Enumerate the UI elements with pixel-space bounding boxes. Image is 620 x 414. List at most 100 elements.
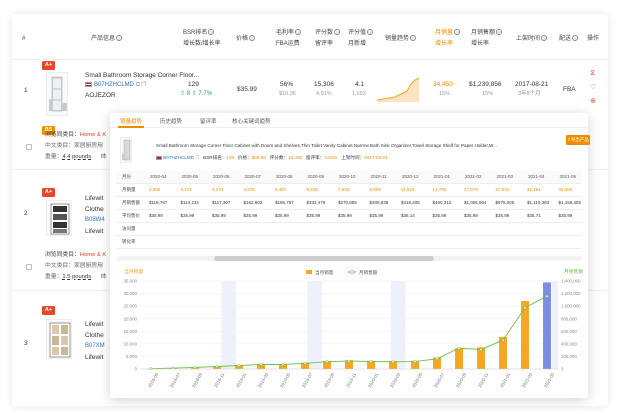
link-icon[interactable]: ⧉	[136, 82, 140, 88]
header-actions: 操作	[587, 36, 600, 42]
revenue-point	[259, 363, 263, 366]
tab-keyword-trend[interactable]: 核心关键词趋势	[232, 117, 271, 125]
popup-product-title[interactable]: Small Bathroom Storage Corner Floor Cabi…	[156, 143, 552, 149]
row-checkbox[interactable]	[26, 264, 32, 270]
table-cell: $35.99	[495, 213, 510, 218]
product-image[interactable]	[46, 200, 72, 236]
product-image[interactable]	[46, 72, 68, 116]
copy-icon[interactable]: ❐	[195, 155, 199, 160]
table-cell: $35.71	[527, 213, 541, 218]
x-tick-label: 2020-11	[477, 372, 490, 389]
table-cell: $460,312	[432, 200, 452, 205]
y-right-axis-title: 月销售额	[564, 268, 583, 275]
revenue-point	[303, 361, 307, 365]
help-icon[interactable]: ?	[410, 35, 417, 42]
product-asin[interactable]: B07HZHCLMD ⧉ ❐	[85, 81, 146, 90]
table-cell: $35.99	[558, 213, 573, 218]
help-icon[interactable]: ?	[572, 35, 579, 42]
row-checkbox[interactable]	[26, 144, 32, 150]
copy-icon[interactable]: ❐	[142, 82, 147, 88]
product-title[interactable]: Lifewit	[85, 194, 103, 203]
header-monthly-sales[interactable]: 月销量?	[435, 29, 461, 38]
revenue-point	[545, 294, 549, 298]
table-cell: $35.99	[243, 213, 258, 218]
sales-sparkline[interactable]	[377, 74, 419, 102]
table-cell: $35.99	[306, 213, 321, 218]
product-title[interactable]: Small Bathroom Storage Corner Floor...	[85, 71, 199, 80]
x-tick-label: 2018-05	[147, 372, 160, 389]
row-index: 3	[24, 340, 28, 347]
help-icon[interactable]: ?	[367, 29, 374, 36]
month-header: 2021-02	[465, 174, 482, 179]
table-scrollbar[interactable]	[116, 256, 582, 261]
bsr-value: 129	[188, 81, 199, 88]
header-revenue-growth: 增长率	[471, 41, 490, 47]
product-title-line2[interactable]: Clothe	[85, 205, 104, 214]
table-cell: $1,158,455	[558, 200, 582, 205]
table-cell: $975,005	[495, 200, 515, 205]
monthly-new-value: 1,693	[352, 91, 366, 97]
header-launch[interactable]: 上架时间?	[516, 35, 548, 44]
help-icon[interactable]: ?	[295, 29, 302, 36]
heart-icon[interactable]: ♡	[590, 83, 596, 92]
revenue-point	[347, 359, 351, 363]
rating-value: 4.1	[355, 81, 365, 88]
product-asin[interactable]: B07XM	[85, 342, 105, 351]
help-icon[interactable]: ?	[541, 35, 548, 42]
product-brand[interactable]: AOJEZOR	[85, 91, 116, 100]
table-cell: $309,838	[369, 200, 389, 205]
month-header: 2021-04	[528, 174, 545, 179]
row-index: 2	[24, 210, 28, 217]
x-tick-label: 2019-01	[235, 372, 248, 389]
table-cell: $36.14	[401, 213, 415, 218]
product-title[interactable]: Lifewit	[85, 320, 103, 329]
y-right-tick-label: 800,000	[561, 316, 577, 321]
header-bsr[interactable]: BSR排名?	[183, 29, 215, 38]
table-header: # 产品信息? BSR排名? 增长数/增长率 价格? 毛利率? FBA运费 评分…	[12, 14, 608, 60]
row-divider	[116, 235, 582, 236]
header-ratings[interactable]: 评分数?	[315, 29, 341, 38]
help-icon[interactable]: ?	[249, 35, 256, 42]
help-icon[interactable]: ?	[208, 29, 215, 36]
x-tick-label: 2020-03	[389, 372, 402, 389]
legend-marker-revenue	[350, 270, 354, 274]
browse-category: 浏览同类目：Home & K	[45, 252, 107, 258]
month-header: 2021-03	[496, 174, 514, 179]
sales-trend-popup: 销量趋势 历史趋势 留评率 核心关键词趋势 Small Bathroom Sto…	[110, 113, 590, 398]
product-image[interactable]	[46, 319, 72, 359]
product-brand[interactable]: Lifewit	[85, 227, 103, 236]
trend-icon[interactable]: ⧖	[590, 69, 595, 78]
revenue-point	[413, 360, 417, 363]
y-right-tick-label: 1,200,000	[561, 291, 581, 296]
review-rate-value: 4.91%	[316, 91, 332, 97]
fba-value: $10.36	[279, 91, 296, 97]
y-left-tick-label: 15,000	[124, 329, 138, 334]
row-divider	[116, 248, 582, 249]
more-icon[interactable]: ⊕	[590, 97, 596, 106]
tab-sales-trend[interactable]: 销量趋势	[120, 117, 142, 125]
header-rating[interactable]: 评分值?	[348, 29, 374, 38]
export-button[interactable]: ⇪导出产品	[566, 135, 590, 145]
browse-category: 浏览同类目：Home & K	[45, 132, 107, 138]
table-cell: 27,979	[464, 187, 478, 192]
header-price[interactable]: 价格?	[236, 35, 256, 44]
launch-date-value: 2017-08-21	[515, 81, 549, 88]
product-brand[interactable]: Lifewit	[85, 353, 103, 362]
tab-history-trend[interactable]: 历史趋势	[160, 117, 182, 125]
x-tick-label: 2019-03	[257, 372, 270, 389]
help-icon[interactable]: ?	[454, 29, 461, 36]
header-margin[interactable]: 毛利率?	[276, 29, 302, 38]
revenue-point	[391, 360, 395, 364]
product-asin[interactable]: B08W4	[85, 216, 105, 225]
product-title-line2[interactable]: Clothe	[85, 331, 104, 340]
scrollbar-thumb[interactable]	[214, 256, 434, 261]
tab-review-rate[interactable]: 留评率	[200, 117, 217, 125]
header-revenue[interactable]: 月销售额?	[471, 29, 503, 38]
margin-value: 56%	[280, 81, 294, 88]
help-icon[interactable]: ?	[116, 35, 123, 42]
help-icon[interactable]: ?	[334, 29, 341, 36]
table-cell: $35.99	[212, 213, 226, 218]
help-icon[interactable]: ?	[496, 29, 503, 36]
table-cell: $35.99	[275, 213, 289, 218]
legend-label-revenue: 月销售额	[359, 269, 378, 276]
